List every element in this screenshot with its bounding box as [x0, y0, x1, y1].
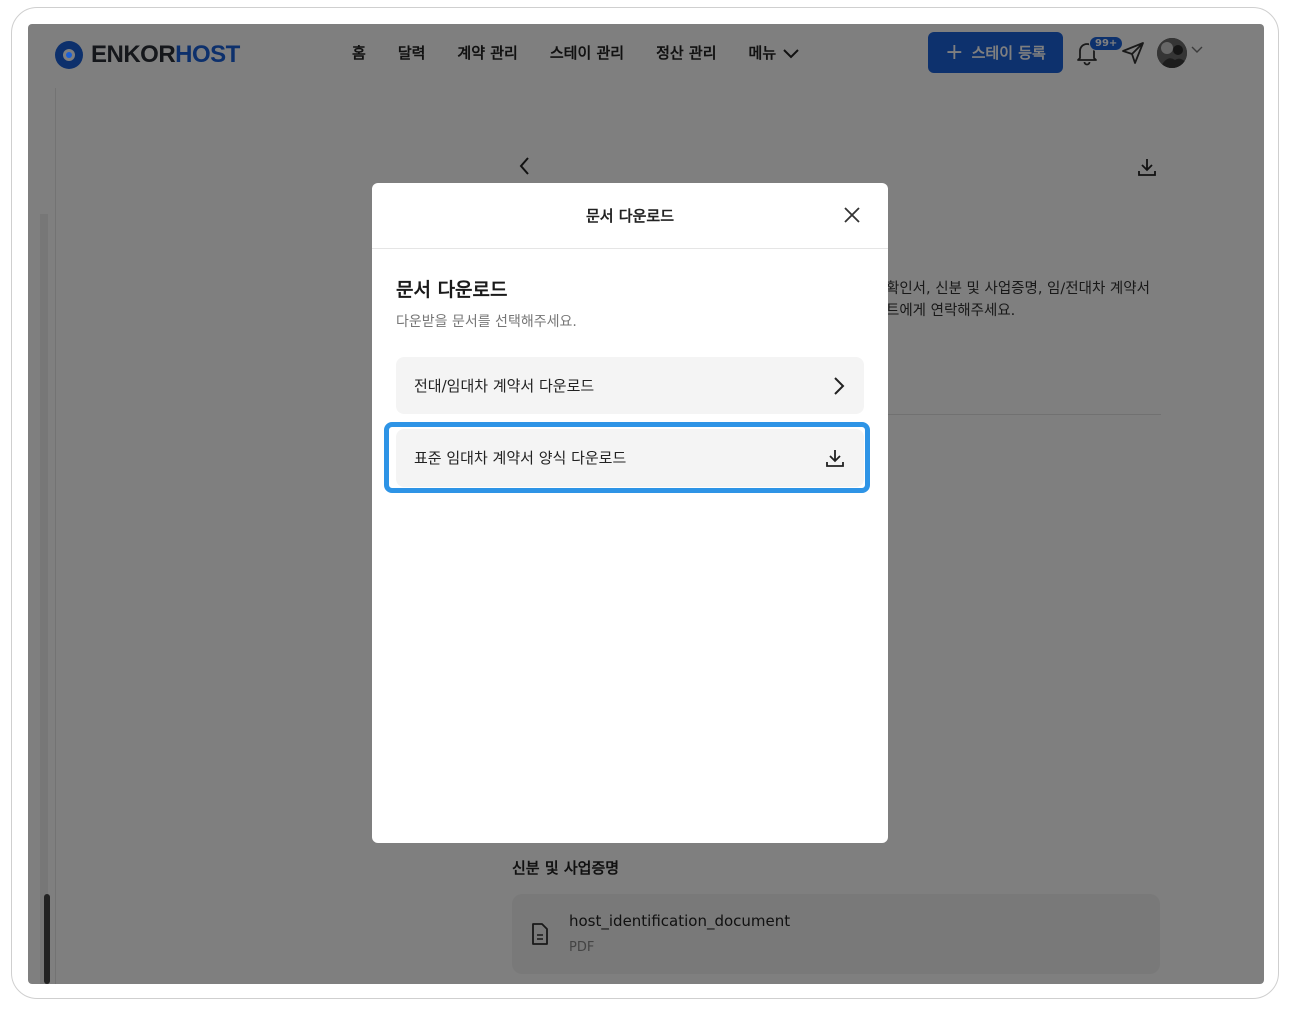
modal-header: 문서 다운로드: [372, 183, 888, 249]
app-screen: ENKORHOST 홈 달력 계약 관리 스테이 관리 정산 관리 메뉴 + 스…: [28, 24, 1264, 984]
document-download-modal: 문서 다운로드 문서 다운로드 다운받을 문서를 선택해주세요. 전대/임대차 …: [372, 183, 888, 843]
modal-title: 문서 다운로드: [585, 207, 675, 225]
modal-subtitle: 다운받을 문서를 선택해주세요.: [396, 314, 577, 330]
download-icon: [826, 450, 844, 467]
modal-heading: 문서 다운로드: [396, 279, 508, 301]
sublease-contract-download-option[interactable]: 전대/임대차 계약서 다운로드: [396, 357, 864, 414]
standard-lease-template-download-option[interactable]: 표준 임대차 계약서 양식 다운로드: [396, 429, 864, 487]
chevron-right-icon: [834, 377, 845, 395]
close-icon[interactable]: [842, 205, 862, 225]
option-label: 전대/임대차 계약서 다운로드: [414, 377, 595, 395]
option-label: 표준 임대차 계약서 양식 다운로드: [414, 449, 627, 467]
